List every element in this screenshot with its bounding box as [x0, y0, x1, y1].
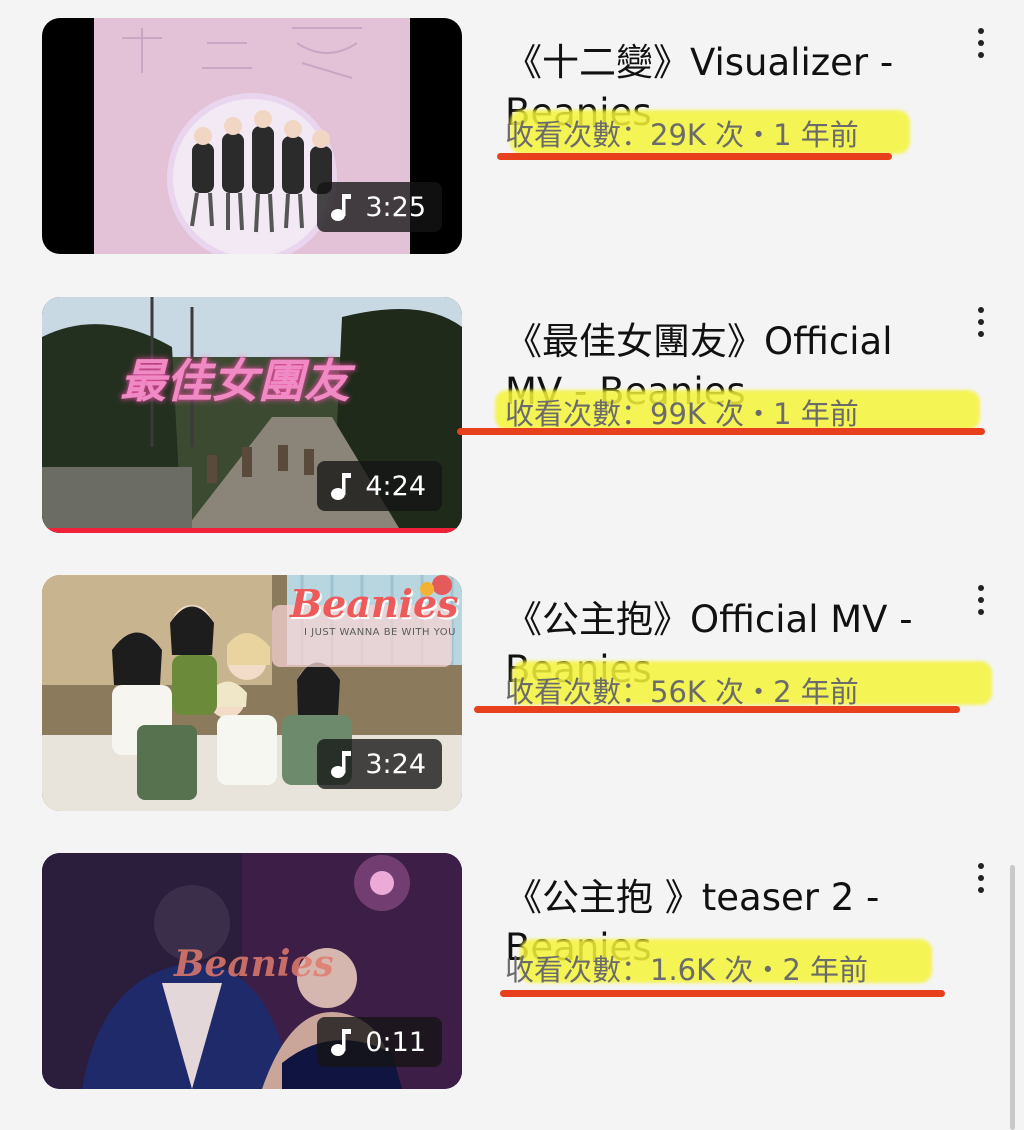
more-vert-icon[interactable]	[966, 297, 996, 347]
duration-text: 3:25	[365, 191, 426, 223]
duration-text: 3:24	[365, 748, 426, 780]
underline-mark	[500, 990, 945, 997]
thumbnail-subcaption: I JUST WANNA BE WITH YOU	[304, 627, 456, 638]
music-note-icon	[331, 473, 352, 500]
music-note-icon	[331, 1029, 352, 1056]
video-meta: 收看次數：56K 次・2 年前	[505, 675, 859, 709]
video-item[interactable]: Beanies I JUST WANNA BE WITH YOU 3:24 《公…	[0, 575, 1024, 815]
thumbnail-caption: Beanies	[174, 943, 334, 985]
thumbnail-caption: 最佳女團友	[120, 354, 350, 408]
video-thumbnail[interactable]: 最佳女團友 4:24	[42, 297, 462, 533]
video-thumbnail[interactable]: Beanies I JUST WANNA BE WITH YOU 3:24	[42, 575, 462, 811]
video-meta: 收看次數：1.6K 次・2 年前	[505, 953, 869, 987]
video-meta: 收看次數：99K 次・1 年前	[505, 397, 859, 431]
duration-badge: 0:11	[317, 1017, 442, 1067]
duration-badge: 3:24	[317, 739, 442, 789]
scrollbar[interactable]	[1010, 865, 1015, 1130]
video-item[interactable]: 最佳女團友 4:24 《最佳女團友》Official MV - Beanies …	[0, 297, 1024, 537]
music-note-icon	[331, 194, 352, 221]
underline-mark	[474, 706, 960, 713]
watch-progress-bar	[42, 528, 462, 533]
more-vert-icon[interactable]	[966, 575, 996, 625]
more-vert-icon[interactable]	[966, 853, 996, 903]
duration-text: 4:24	[365, 470, 426, 502]
duration-text: 0:11	[365, 1026, 426, 1058]
duration-badge: 4:24	[317, 461, 442, 511]
music-note-icon	[331, 751, 352, 778]
video-meta: 收看次數：29K 次・1 年前	[505, 118, 859, 152]
more-vert-icon[interactable]	[966, 18, 996, 68]
video-item[interactable]: 3:25 《十二變》Visualizer - Beanies 收看次數：29K …	[0, 18, 1024, 258]
underline-mark	[457, 428, 985, 435]
video-item[interactable]: Beanies 0:11 《公主抱 》teaser 2 - Beanies 收看…	[0, 853, 1024, 1093]
underline-mark	[497, 153, 892, 160]
video-thumbnail[interactable]: Beanies 0:11	[42, 853, 462, 1089]
thumbnail-caption: Beanies	[290, 581, 459, 626]
duration-badge: 3:25	[317, 182, 442, 232]
video-thumbnail[interactable]: 3:25	[42, 18, 462, 254]
